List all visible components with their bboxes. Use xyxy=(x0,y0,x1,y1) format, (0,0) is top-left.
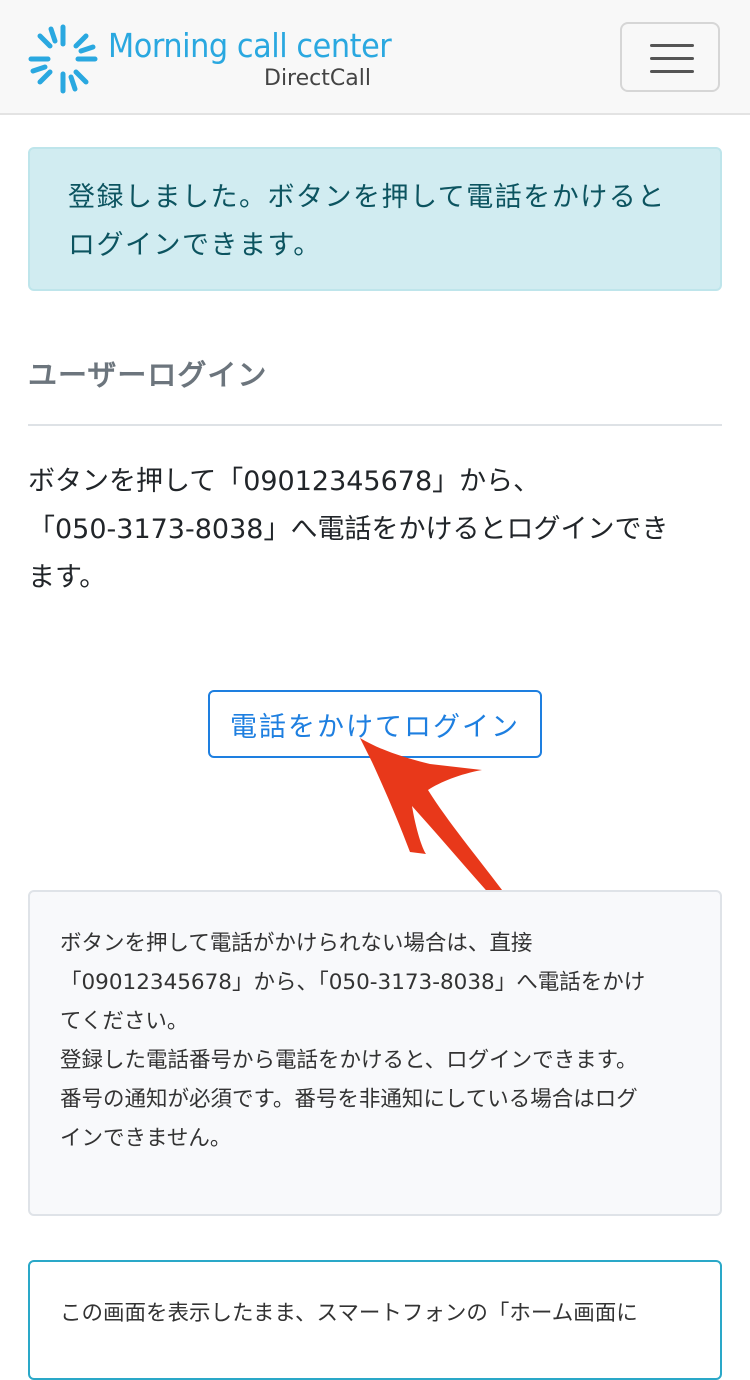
notice-line-6: インできません。 xyxy=(60,1126,232,1151)
logo-title: Morning call center xyxy=(108,26,392,65)
notice-line-2: 「09012345678」から、「050-3173-8038」へ電話をかけ xyxy=(60,970,646,995)
fallback-notice-box: ボタンを押して電話がかけられない場合は、直接 「09012345678」から、「… xyxy=(28,890,722,1216)
login-instructions: ボタンを押して「09012345678」から、 「050-3173-8038」へ… xyxy=(28,458,722,602)
logo-subtitle: DirectCall xyxy=(264,66,371,91)
hamburger-menu-icon-bar xyxy=(650,57,694,60)
alert-line-1: 登録しました。ボタンを押して電話をかけると xyxy=(68,182,666,213)
home-screen-hint-box: この画面を表示したまま、スマートフォンの「ホーム画面に xyxy=(28,1260,722,1380)
alert-line-2: ログインできます。 xyxy=(68,230,322,261)
divider xyxy=(28,424,722,426)
registration-success-alert: 登録しました。ボタンを押して電話をかけると ログインできます。 xyxy=(28,147,722,291)
hamburger-menu-icon-bar xyxy=(650,70,694,73)
menu-toggle-button[interactable] xyxy=(620,22,720,92)
instructions-line-3: ます。 xyxy=(28,562,107,593)
red-arrow-annotation xyxy=(360,738,508,906)
notice-line-3: てください。 xyxy=(60,1009,189,1034)
notice-line-1: ボタンを押して電話がかけられない場合は、直接 xyxy=(60,931,533,956)
hamburger-menu-icon xyxy=(650,44,694,47)
page-title: ユーザーログイン xyxy=(28,358,268,392)
notice-line-5: 番号の通知が必須です。番号を非通知にしている場合はログ xyxy=(60,1087,638,1112)
sunburst-logo-icon xyxy=(28,24,98,94)
instructions-line-2: 「050-3173-8038」へ電話をかけるとログインでき xyxy=(28,514,669,545)
instructions-line-1: ボタンを押して「09012345678」から、 xyxy=(28,466,541,497)
notice-line-4: 登録した電話番号から電話をかけると、ログインできます。 xyxy=(60,1048,638,1073)
home-hint-line-1: この画面を表示したまま、スマートフォンの「ホーム画面に xyxy=(60,1301,638,1326)
site-logo[interactable]: Morning call center DirectCall xyxy=(28,22,408,94)
navbar: Morning call center DirectCall xyxy=(0,0,750,115)
